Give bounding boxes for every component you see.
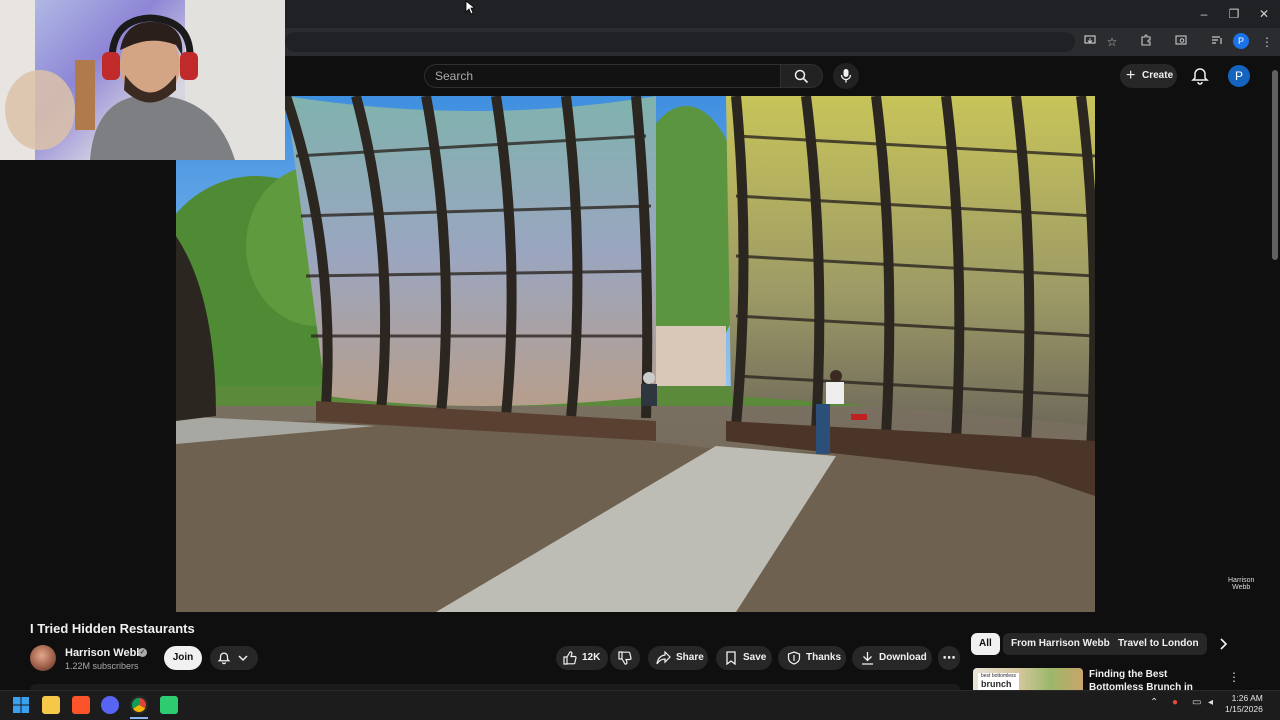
browser-menu-icon[interactable]: ⋮ (1258, 33, 1276, 51)
brave-browser-icon[interactable] (72, 696, 90, 714)
install-app-icon[interactable] (1081, 33, 1099, 51)
chevron-right-icon[interactable] (1216, 637, 1230, 651)
app-icon[interactable] (160, 696, 178, 714)
close-window-button[interactable]: ✕ (1250, 4, 1278, 24)
verified-check-icon: ✓ (138, 648, 147, 657)
chip-from-channel[interactable]: From Harrison Webb (1003, 633, 1118, 655)
download-button[interactable]: Download (852, 646, 932, 670)
subscription-bell-button[interactable] (210, 646, 258, 670)
discord-icon[interactable] (101, 696, 119, 714)
tray-overflow-icon[interactable]: ⌃ (1150, 697, 1158, 708)
thumbs-down-icon (618, 651, 632, 665)
like-button[interactable]: 12K (556, 646, 608, 670)
thanks-button[interactable]: Thanks (778, 646, 846, 670)
share-button[interactable]: Share (648, 646, 708, 670)
bookmark-star-icon[interactable]: ☆ (1103, 33, 1121, 51)
system-clock[interactable]: 1:26 AM 1/15/2026 (1225, 693, 1263, 715)
share-icon (656, 651, 671, 665)
chip-all[interactable]: All (971, 633, 1000, 655)
search-input[interactable]: Search (424, 64, 781, 88)
thumbnail-big-text: brunch (981, 679, 1012, 689)
active-app-indicator (130, 717, 148, 719)
recommendation-title[interactable]: Finding the Best Bottomless Brunch in Lo… (1089, 668, 1217, 690)
recommendation-menu-icon[interactable]: ⋮ (1228, 670, 1240, 684)
clock-time: 1:26 AM (1231, 693, 1263, 703)
volume-icon[interactable]: ◂ (1208, 697, 1213, 708)
search-button[interactable] (781, 64, 823, 88)
channel-avatar[interactable] (30, 645, 56, 671)
webcam-overlay (0, 0, 285, 160)
notifications-bell-icon[interactable] (1190, 66, 1210, 86)
bookmark-icon (726, 651, 736, 665)
thanks-label: Thanks (806, 652, 842, 663)
super-thanks-icon (787, 651, 801, 665)
scrollbar-thumb[interactable] (1272, 70, 1278, 260)
address-bar[interactable] (285, 32, 1075, 52)
windows-taskbar (0, 690, 1280, 720)
account-avatar[interactable]: P (1228, 65, 1250, 87)
network-icon[interactable]: ▭ (1192, 697, 1201, 708)
save-button[interactable]: Save (716, 646, 772, 670)
search-icon (794, 69, 809, 84)
plus-icon: + (1126, 67, 1136, 84)
media-controls-icon[interactable] (1208, 33, 1226, 51)
download-label: Download (879, 652, 927, 663)
browser-profile-avatar[interactable]: P (1233, 33, 1249, 49)
watermark-line2: Webb (1232, 584, 1251, 591)
bell-icon (217, 652, 231, 665)
chip-travel-to-london[interactable]: Travel to London (1110, 633, 1207, 655)
webcam-feed (0, 0, 285, 160)
microphone-tray-icon[interactable]: ● (1172, 697, 1178, 708)
chevron-down-icon (238, 655, 248, 662)
dislike-button[interactable] (610, 646, 640, 670)
file-explorer-icon[interactable] (42, 696, 60, 714)
minimize-button[interactable]: – (1190, 4, 1218, 24)
share-label: Share (676, 652, 704, 663)
video-title: I Tried Hidden Restaurants (30, 621, 195, 636)
video-frame (176, 96, 1095, 612)
video-player[interactable] (176, 96, 1095, 612)
join-button[interactable]: Join (164, 646, 202, 670)
save-label: Save (743, 652, 767, 663)
maximize-button[interactable]: ❐ (1220, 4, 1248, 24)
microphone-icon (840, 69, 852, 83)
watermark-line1: Harrison (1228, 577, 1255, 584)
extensions-icon[interactable] (1137, 33, 1155, 51)
thumbnail-text: best bottomless brunch (978, 673, 1020, 690)
more-actions-button[interactable]: ⋯ (938, 646, 960, 670)
thumbs-up-icon (563, 651, 577, 665)
like-count: 12K (582, 652, 601, 663)
video-watermark: Harrison Webb (1228, 577, 1254, 591)
chrome-icon[interactable] (130, 696, 148, 714)
download-icon (862, 652, 873, 665)
subscriber-count: 1.22M subscribers (65, 661, 139, 671)
tab-search-icon[interactable] (1172, 33, 1190, 51)
clock-date: 1/15/2026 (1225, 704, 1263, 714)
voice-search-button[interactable] (833, 63, 859, 89)
windows-start-icon[interactable] (13, 697, 29, 713)
channel-name[interactable]: Harrison Webb (65, 647, 143, 659)
mouse-cursor-icon (465, 0, 475, 15)
